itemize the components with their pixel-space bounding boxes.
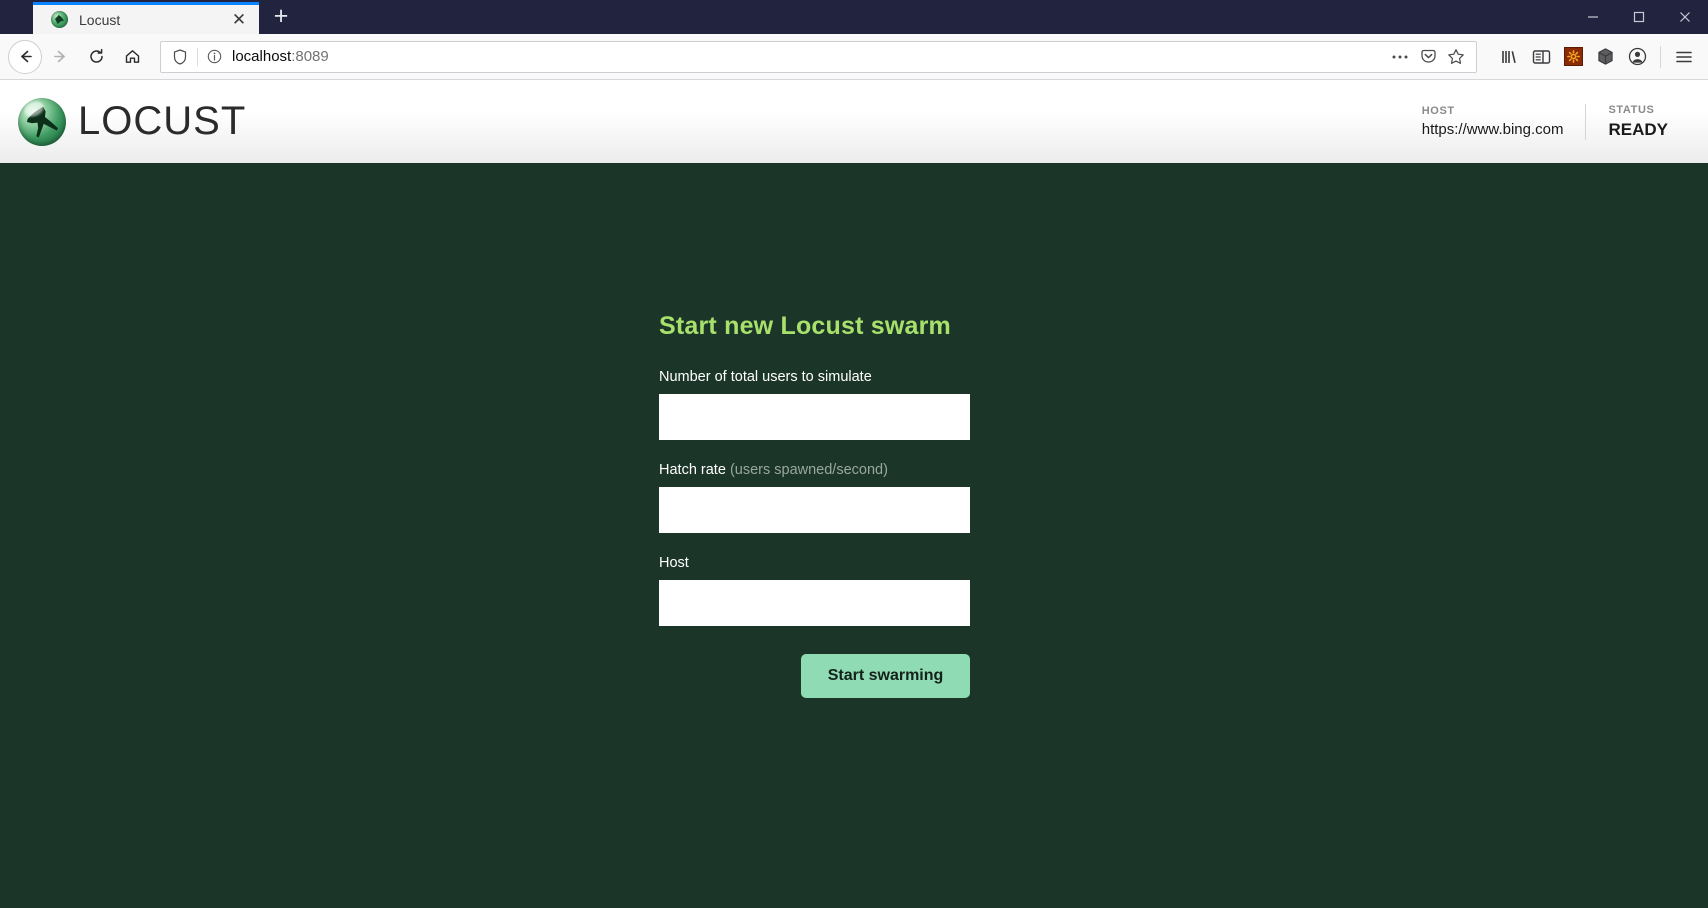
- ellipsis-icon[interactable]: [1386, 43, 1414, 71]
- sidebar-icon[interactable]: [1525, 41, 1557, 73]
- minimize-icon[interactable]: [1570, 0, 1616, 34]
- pocket-icon[interactable]: [1414, 43, 1442, 71]
- info-circle-icon[interactable]: [202, 49, 226, 64]
- brand-name: LOCUST: [78, 99, 247, 143]
- locust-page: LOCUST HOST https://www.bing.com STATUS …: [0, 80, 1708, 908]
- header-stats: HOST https://www.bing.com STATUS READY: [1400, 80, 1690, 163]
- swarm-form: Start new Locust swarm Number of total u…: [659, 312, 970, 698]
- shield-icon[interactable]: [167, 48, 193, 65]
- app-header: LOCUST HOST https://www.bing.com STATUS …: [0, 80, 1708, 163]
- field-user-count-label: Number of total users to simulate: [659, 369, 970, 385]
- close-icon[interactable]: [1662, 0, 1708, 34]
- browser-toolbar: localhost:8089: [0, 34, 1708, 80]
- gear-icon: [1563, 47, 1583, 66]
- url-bar-actions: [1386, 43, 1470, 71]
- back-arrow-icon[interactable]: [8, 39, 42, 74]
- stat-host: HOST https://www.bing.com: [1400, 105, 1586, 138]
- url-port: :8089: [291, 48, 329, 65]
- hatch-rate-input[interactable]: [659, 487, 970, 533]
- library-icon[interactable]: [1493, 41, 1525, 73]
- field-hatch-rate-label-text: Hatch rate: [659, 462, 726, 478]
- url-bar[interactable]: localhost:8089: [160, 40, 1477, 73]
- field-hatch-rate-label: Hatch rate (users spawned/second): [659, 462, 970, 478]
- form-actions: Start swarming: [659, 654, 970, 698]
- stat-host-label: HOST: [1421, 105, 1455, 117]
- tab-title: Locust: [79, 11, 121, 28]
- browser-titlebar: Locust ✕ +: [0, 0, 1708, 34]
- tab-locust[interactable]: Locust ✕: [33, 2, 259, 34]
- url-text[interactable]: localhost:8089: [226, 48, 1386, 65]
- locust-favicon-icon: [51, 11, 68, 28]
- forward-arrow-icon[interactable]: [42, 39, 78, 75]
- field-host-label: Host: [659, 555, 970, 571]
- tab-strip: Locust ✕ +: [0, 0, 297, 34]
- new-tab-button[interactable]: +: [265, 2, 297, 34]
- browser-window: Locust ✕ + localhost:8089 LOCUST HOST ht…: [0, 0, 1708, 908]
- locust-logo-icon: [18, 97, 66, 146]
- field-user-count: Number of total users to simulate: [659, 369, 970, 440]
- account-circle-icon[interactable]: [1621, 41, 1653, 73]
- window-controls: [1570, 0, 1708, 34]
- url-host: localhost: [232, 48, 292, 65]
- cube-icon[interactable]: [1589, 41, 1621, 73]
- status-badge: READY: [1608, 119, 1668, 139]
- home-icon[interactable]: [114, 39, 150, 75]
- toolbar-right-icons: [1483, 41, 1700, 73]
- start-swarming-button[interactable]: Start swarming: [801, 654, 970, 698]
- stat-status: STATUS READY: [1585, 103, 1690, 140]
- brand: LOCUST: [18, 97, 247, 146]
- page-content: Start new Locust swarm Number of total u…: [0, 163, 1708, 908]
- host-input[interactable]: [659, 580, 970, 626]
- hamburger-menu-icon[interactable]: [1668, 41, 1700, 73]
- tab-close-icon[interactable]: ✕: [229, 10, 249, 30]
- field-hatch-rate-hint: (users spawned/second): [729, 462, 888, 478]
- field-user-count-label-text: Number of total users to simulate: [659, 369, 872, 385]
- gear-extension-icon[interactable]: [1557, 41, 1589, 73]
- reload-icon[interactable]: [78, 39, 114, 75]
- field-host: Host: [659, 555, 970, 626]
- user-count-input[interactable]: [659, 394, 970, 440]
- page-title: Start new Locust swarm: [659, 312, 951, 340]
- url-bar-divider: [197, 47, 198, 66]
- toolbar-divider: [1660, 45, 1661, 68]
- stat-status-label: STATUS: [1608, 103, 1655, 116]
- field-host-label-text: Host: [659, 555, 689, 571]
- stat-host-value: https://www.bing.com: [1421, 121, 1564, 138]
- star-icon[interactable]: [1442, 43, 1470, 71]
- field-hatch-rate: Hatch rate (users spawned/second): [659, 462, 970, 533]
- maximize-icon[interactable]: [1616, 0, 1662, 34]
